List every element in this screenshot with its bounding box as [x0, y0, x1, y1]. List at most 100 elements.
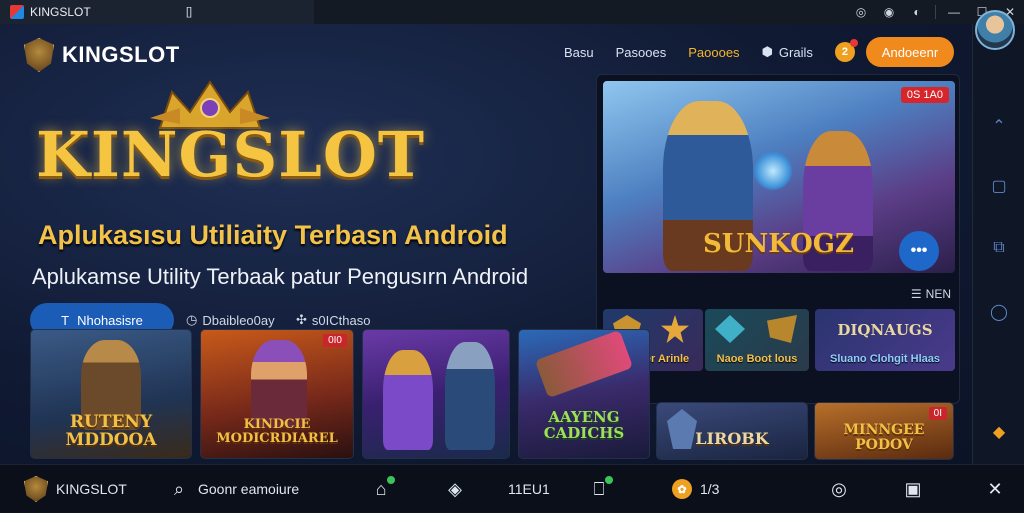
main-content: KINGSLOT Basu Pasooes Paoooes ⬢ Grails 2… [0, 24, 972, 464]
game-card[interactable]: LIROBK [656, 402, 808, 460]
theme-icon[interactable]: ◐ [903, 0, 931, 24]
square-icon[interactable]: ▢ [987, 174, 1011, 198]
nav-link-hot[interactable]: Paoooes [688, 45, 739, 60]
character-art [251, 340, 307, 428]
more-options-button[interactable]: ••• [899, 231, 939, 271]
star-emblem-icon [661, 315, 689, 343]
brand-name: KINGSLOT [62, 42, 180, 67]
tab-title: KINGSLOT [30, 5, 91, 19]
mini-game-card[interactable]: DIQNAUGS Sluano Clohgit Hlaas [815, 309, 955, 371]
support-button[interactable]: ◎ [828, 465, 850, 513]
featured-panel: 0S 1A0 SUNKOGZ ••• ☰ NEN Nooner Arinle N… [596, 74, 960, 404]
meta-downloads-text: Dbaibleo0ay [202, 312, 275, 328]
share-icon[interactable]: ⧉ [987, 236, 1011, 260]
coin-icon[interactable]: 2 [834, 39, 858, 62]
game-card-badge: 0I0 [323, 334, 347, 347]
layers-button[interactable]: ◈ [444, 465, 466, 513]
bottom-count: 11EU1 [508, 465, 550, 513]
nav-link-basu[interactable]: Basu [564, 45, 594, 60]
game-card-title: AAYENG CADICHS [543, 408, 625, 442]
coin-count: 2 [841, 46, 848, 58]
mini-game-card[interactable]: Naoe Boot lous [705, 309, 809, 371]
coin-icon: ✿ [672, 479, 692, 499]
gift-icon: ⎕ [588, 476, 613, 500]
game-card-badge: 0I [928, 407, 947, 420]
game-card[interactable]: 0I MINNGEE PODOV [814, 402, 954, 460]
meta-rating: ✣ s0ICthaso [296, 312, 370, 328]
featured-menu[interactable]: ☰ NEN [911, 287, 951, 301]
game-card[interactable]: AAYENG CADICHS [518, 329, 650, 459]
layers-icon: ◈ [448, 478, 462, 499]
star-icon: ✣ [296, 312, 307, 327]
gift-button[interactable]: ⎕ [588, 465, 613, 513]
brand-logo[interactable]: KINGSLOT [24, 38, 180, 72]
bookmark-icon: ▣ [904, 478, 922, 499]
minimize-button[interactable]: — [940, 0, 968, 24]
hero-subtitle: Aplukasısu Utiliaity Terbasn Android [38, 220, 508, 250]
game-card[interactable] [362, 329, 510, 459]
titlebar-divider [935, 5, 936, 19]
circle-icon[interactable]: ◯ [987, 300, 1011, 324]
mini-game-title: DIQNAUGS [837, 321, 933, 339]
game-card[interactable]: RUTENY MDDOOA [30, 329, 192, 459]
download-prefix: T [61, 312, 70, 328]
shield-logo-icon [24, 38, 54, 72]
featured-badge: 0S 1A0 [900, 87, 949, 103]
list-icon: ☰ [910, 287, 922, 301]
user-avatar[interactable] [975, 10, 1015, 50]
game-card[interactable]: 0I0 KINDCIE MODICRDIAREL [200, 329, 354, 459]
browser-tab[interactable]: KINGSLOT [] [0, 0, 314, 24]
game-card-title: KINDCIE MODICRDIAREL [216, 417, 338, 446]
home-button[interactable]: ⌂ [370, 465, 395, 513]
clock-icon: ◷ [186, 312, 198, 327]
treasure-icon [767, 315, 797, 343]
nav-link-grails[interactable]: ⬢ Grails [762, 44, 813, 60]
bottom-count-label: 11EU1 [508, 481, 550, 497]
hero-title: KINGSLOT [36, 118, 426, 191]
character-art [445, 342, 495, 450]
featured-menu-label: NEN [925, 287, 951, 301]
up-arrow-icon[interactable]: ⌃ [987, 114, 1011, 138]
character-art [383, 350, 433, 450]
bottom-brand-label: KINGSLOT [56, 481, 127, 497]
search-icon: ⌕ [173, 478, 185, 499]
nav-link-grails-label: Grails [778, 44, 813, 60]
swords-button[interactable]: ✕ [984, 465, 1006, 513]
hero-tagline: Aplukamse Utility Terbaak patur Pengusır… [32, 264, 529, 289]
record-icon[interactable]: ◎ [847, 0, 875, 24]
bottom-search-label: Goonr eamoiure [198, 481, 300, 497]
featured-game-title: SUNKOGZ [703, 229, 854, 259]
cube-icon: ⬢ [761, 44, 773, 59]
featured-game-art[interactable]: 0S 1A0 SUNKOGZ ••• [603, 81, 955, 273]
weapon-art [534, 330, 634, 399]
game-card-title: RUTENY MDDOOA [65, 412, 157, 450]
cta-button[interactable]: Andoeenr [866, 37, 954, 67]
bottom-score-label: 1/3 [700, 481, 720, 497]
tab-close-button[interactable]: [] [186, 6, 192, 18]
notification-dot [605, 476, 613, 484]
notification-dot [387, 476, 395, 484]
bookmark-button[interactable]: ▣ [902, 465, 924, 513]
mini-game-label: Sluano Clohgit Hlaas [829, 353, 940, 365]
game-card-title: LIROBK [695, 429, 769, 448]
download-label: Nhohasisre [77, 312, 143, 328]
top-navigation: Basu Pasooes Paoooes ⬢ Grails 2 [564, 39, 858, 62]
game-card-title: MINNGEE PODOV [843, 422, 925, 453]
meta-downloads: ◷ Dbaibleo0ay [186, 312, 275, 328]
crossed-swords-icon: ✕ [987, 478, 1003, 499]
gem-icon [715, 315, 745, 343]
rewards-button[interactable]: ✿ 1/3 [672, 465, 719, 513]
shield-logo-icon [24, 476, 48, 502]
headset-icon: ◎ [831, 478, 847, 499]
nav-link-pasooes[interactable]: Pasooes [616, 45, 667, 60]
bell-icon[interactable]: ◆ [987, 420, 1011, 444]
magic-orb-art [753, 151, 793, 191]
settings-icon[interactable]: ◉ [875, 0, 903, 24]
bottom-brand[interactable]: KINGSLOT [24, 465, 127, 513]
meta-rating-text: s0ICthaso [311, 312, 371, 328]
right-sidebar: ⌃ ▢ ⧉ ◯ ◆ [972, 10, 1024, 464]
home-icon: ⌂ [370, 476, 395, 500]
bottom-search[interactable]: ⌕ Goonr eamoiure [168, 465, 299, 513]
app-logo-icon [10, 5, 24, 19]
notification-dot [849, 39, 858, 47]
